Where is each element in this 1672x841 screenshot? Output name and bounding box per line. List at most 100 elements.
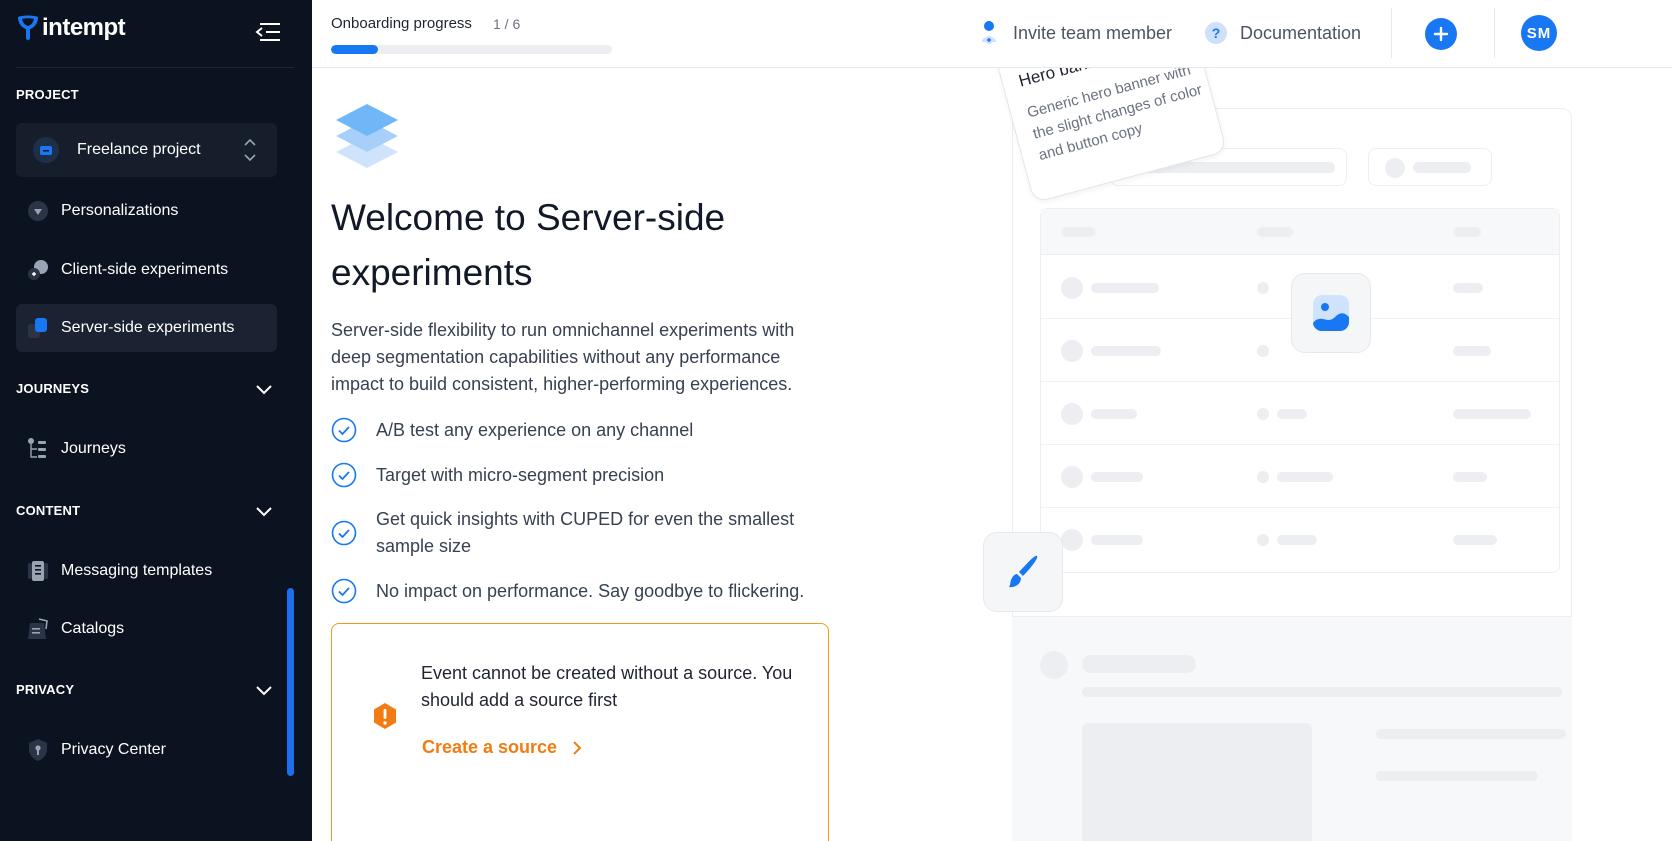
skeleton-dot bbox=[1257, 534, 1269, 546]
server-experiment-icon bbox=[26, 316, 50, 340]
mock-table-row bbox=[1041, 445, 1559, 508]
feature-text: No impact on performance. Say goodbye to… bbox=[376, 581, 805, 601]
check-circle-icon bbox=[331, 520, 357, 546]
brush-placeholder-card bbox=[983, 532, 1063, 612]
skeleton-block bbox=[1082, 723, 1312, 841]
scroll-mask bbox=[0, 178, 312, 198]
feature-text: Target with micro-segment precision bbox=[376, 465, 665, 485]
check-circle-icon bbox=[331, 417, 357, 443]
page-description: Server-side flexibility to run omnichann… bbox=[331, 320, 795, 394]
skeleton-bar bbox=[1091, 472, 1143, 482]
skeleton-dot bbox=[1257, 282, 1269, 294]
skeleton-dot bbox=[1257, 408, 1269, 420]
feature-item: Get quick insights with CUPED for even t… bbox=[331, 506, 801, 560]
feature-text: A/B test any experience on any channel bbox=[376, 420, 694, 440]
invite-team-member-link[interactable]: Invite team member bbox=[977, 20, 1172, 46]
sidebar-item-server-side-experiments[interactable]: Server-side experiments bbox=[16, 304, 277, 352]
image-icon bbox=[1313, 295, 1349, 331]
help-icon: ? bbox=[1204, 20, 1228, 46]
project-icon bbox=[33, 137, 59, 163]
skeleton-dot bbox=[1061, 466, 1083, 488]
project-name: Freelance project bbox=[77, 141, 201, 158]
skeleton-bar bbox=[1453, 346, 1491, 356]
onboarding-count: 1 / 6 bbox=[493, 16, 521, 32]
sidebar-item-label: Catalogs bbox=[61, 620, 125, 637]
skeleton-bar bbox=[1453, 409, 1531, 419]
feature-item: No impact on performance. Say goodbye to… bbox=[331, 578, 821, 605]
warning-icon bbox=[374, 703, 396, 729]
onboarding-progress-fill bbox=[331, 45, 378, 54]
skeleton-bar bbox=[1376, 729, 1566, 739]
chevron-down-icon[interactable] bbox=[254, 680, 274, 700]
catalogs-icon bbox=[26, 617, 50, 641]
sidebar-item-label: Journeys bbox=[61, 440, 126, 457]
topbar-divider bbox=[1391, 8, 1392, 58]
chevron-right-icon bbox=[573, 740, 582, 755]
skeleton-bar bbox=[1277, 409, 1307, 419]
skeleton-bar bbox=[1413, 162, 1471, 173]
logo-text: intempt bbox=[42, 14, 126, 41]
skeleton-bar bbox=[1453, 227, 1481, 237]
page-title: Welcome to Server-side experiments bbox=[331, 197, 726, 293]
logo[interactable]: intempt bbox=[16, 14, 126, 42]
chevron-down-icon[interactable] bbox=[254, 379, 274, 399]
sidebar: intempt PROJECT Freelance project Person… bbox=[0, 0, 312, 841]
skeleton-dot bbox=[1257, 471, 1269, 483]
brush-icon bbox=[1009, 555, 1038, 588]
skeleton-bar bbox=[1061, 227, 1095, 237]
skeleton-dot bbox=[1061, 403, 1083, 425]
add-user-icon bbox=[977, 20, 1001, 46]
mock-table-row bbox=[1041, 382, 1559, 445]
skeleton-bar bbox=[1453, 472, 1487, 482]
skeleton-dot bbox=[1061, 277, 1083, 299]
plus-icon bbox=[1433, 26, 1449, 42]
create-source-link[interactable]: Create a source bbox=[422, 737, 583, 758]
avatar[interactable]: SM bbox=[1521, 15, 1557, 51]
sidebar-item-label: Server-side experiments bbox=[61, 319, 235, 336]
layers-icon bbox=[336, 104, 398, 168]
check-circle-icon bbox=[331, 578, 357, 604]
section-label-content: CONTENT bbox=[16, 503, 81, 518]
personalization-icon bbox=[26, 199, 50, 223]
feature-item: Target with micro-segment precision bbox=[331, 462, 801, 489]
mock-table-row bbox=[1041, 508, 1559, 571]
sidebar-divider bbox=[16, 67, 294, 68]
section-label-privacy: PRIVACY bbox=[16, 682, 75, 697]
create-source-label: Create a source bbox=[422, 737, 558, 757]
documentation-label: Documentation bbox=[1240, 22, 1362, 43]
skeleton-dot bbox=[1040, 651, 1068, 679]
skeleton-bar bbox=[1376, 771, 1538, 781]
create-new-button[interactable] bbox=[1425, 18, 1457, 50]
sidebar-item-catalogs[interactable]: Catalogs bbox=[16, 605, 277, 653]
sidebar-item-client-side-experiments[interactable]: Client-side experiments bbox=[16, 246, 277, 294]
sidebar-item-privacy-center[interactable]: Privacy Center bbox=[16, 726, 277, 774]
skeleton-dot bbox=[1061, 340, 1083, 362]
feature-text: Get quick insights with CUPED for even t… bbox=[376, 509, 795, 556]
journeys-icon bbox=[26, 437, 50, 461]
check-circle-icon bbox=[331, 462, 357, 488]
skeleton-dot bbox=[1061, 529, 1083, 551]
sidebar-item-label: Client-side experiments bbox=[61, 261, 229, 278]
skeleton-bar bbox=[1277, 535, 1317, 545]
sidebar-item-messaging-templates[interactable]: Messaging templates bbox=[16, 547, 277, 595]
skeleton-dot bbox=[1385, 158, 1405, 178]
skeleton-dot bbox=[1257, 345, 1269, 357]
skeleton-bar bbox=[1082, 687, 1562, 697]
chevron-updown-icon bbox=[244, 138, 256, 162]
mock-lower-panel bbox=[1012, 616, 1572, 841]
sidebar-item-label: Privacy Center bbox=[61, 741, 166, 758]
skeleton-bar bbox=[1091, 535, 1143, 545]
skeleton-bar bbox=[1082, 655, 1196, 673]
project-selector[interactable]: Freelance project bbox=[16, 123, 277, 177]
invite-label: Invite team member bbox=[1013, 22, 1173, 43]
sidebar-scrollbar[interactable] bbox=[287, 588, 294, 776]
collapse-sidebar-icon[interactable] bbox=[254, 20, 282, 44]
onboarding-progress-bar[interactable] bbox=[331, 45, 612, 54]
documentation-link[interactable]: ? Documentation bbox=[1204, 20, 1361, 46]
chevron-down-icon[interactable] bbox=[254, 501, 274, 521]
section-label-project: PROJECT bbox=[16, 87, 79, 102]
sidebar-item-journeys[interactable]: Journeys bbox=[16, 425, 277, 473]
feature-item: A/B test any experience on any channel bbox=[331, 417, 801, 444]
alert-message: Event cannot be created without a source… bbox=[421, 663, 793, 710]
skeleton-bar bbox=[1453, 535, 1497, 545]
